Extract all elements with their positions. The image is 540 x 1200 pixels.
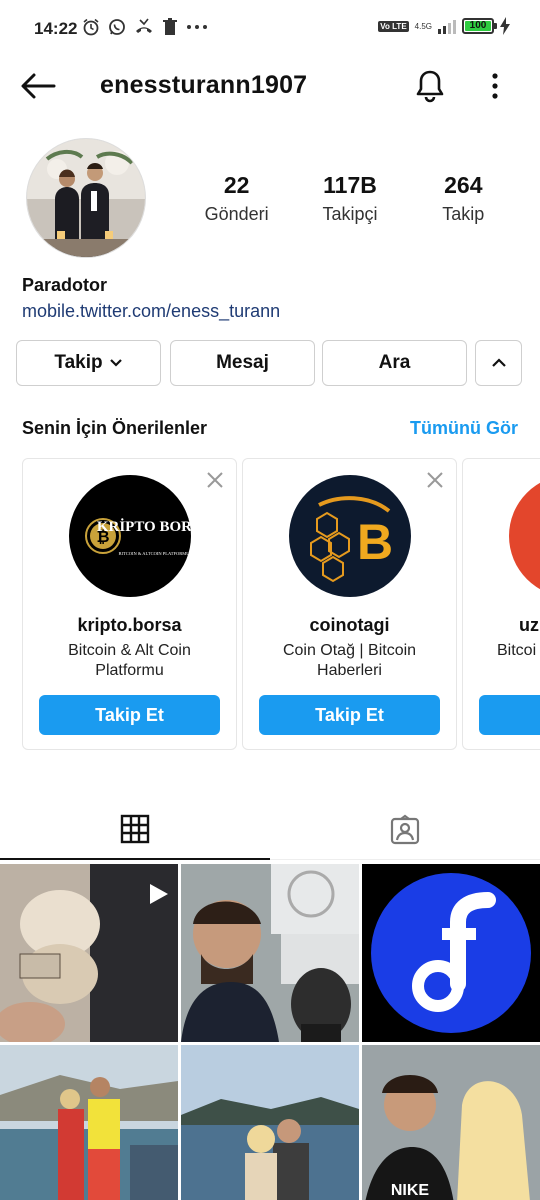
post-thumbnail[interactable] bbox=[181, 864, 359, 1042]
suggestions-carousel[interactable]: ₿ KRİPTO BORSA BITCOIN & ALTCOIN PLATFOR… bbox=[22, 458, 540, 750]
post-thumbnail[interactable] bbox=[362, 864, 540, 1042]
suggestion-avatar: B bbox=[289, 475, 411, 597]
close-icon[interactable] bbox=[204, 469, 226, 491]
suggestion-name[interactable]: kripto.borsa bbox=[23, 615, 236, 636]
stat-following-label: Takip bbox=[442, 204, 485, 224]
tagged-person-icon bbox=[390, 814, 420, 844]
more-vert-icon[interactable] bbox=[482, 70, 508, 102]
see-all-link[interactable]: Tümünü Gör bbox=[410, 418, 518, 439]
signal-icon bbox=[438, 18, 456, 34]
following-label: Takip bbox=[54, 352, 103, 373]
stat-posts-label: Gönderi bbox=[204, 204, 269, 224]
post-thumbnail[interactable] bbox=[0, 1045, 178, 1200]
following-button[interactable]: Takip bbox=[16, 340, 161, 386]
suggestions-header: Senin İçin Önerilenler Tümünü Gör bbox=[22, 418, 520, 442]
logo-subtext: BITCOIN & ALTCOIN PLATFORMU bbox=[119, 551, 191, 556]
post-thumbnail[interactable] bbox=[0, 864, 178, 1042]
suggestion-card[interactable]: uz Bitcoi bbox=[462, 458, 540, 750]
suggestions-title: Senin İçin Önerilenler bbox=[22, 418, 208, 438]
stat-following-value: 264 bbox=[444, 172, 483, 198]
status-icons bbox=[82, 18, 208, 36]
grid-icon bbox=[120, 814, 150, 844]
arrow-left-icon[interactable] bbox=[18, 70, 58, 102]
suggestion-desc: Bitcoi bbox=[497, 642, 537, 659]
charging-icon bbox=[500, 17, 510, 35]
message-button[interactable]: Mesaj bbox=[170, 340, 315, 386]
call-button[interactable]: Ara bbox=[322, 340, 467, 386]
battery-level: 100 bbox=[465, 21, 491, 31]
suggestion-name[interactable]: uz bbox=[519, 615, 540, 636]
missed-call-icon bbox=[136, 18, 152, 33]
suggestion-card[interactable]: ₿ KRİPTO BORSA BITCOIN & ALTCOIN PLATFOR… bbox=[22, 458, 237, 750]
post-thumbnail[interactable]: NIKE bbox=[362, 1045, 540, 1200]
stat-followers[interactable]: 117B Takipçi bbox=[295, 170, 405, 228]
message-label: Mesaj bbox=[216, 352, 269, 373]
bell-icon[interactable] bbox=[412, 68, 448, 104]
posts-grid: NIKE bbox=[0, 864, 540, 1200]
status-right: Vo LTE 4.5G 100 bbox=[378, 17, 510, 35]
stat-posts[interactable]: 22 Gönderi bbox=[182, 170, 292, 228]
suggestion-name[interactable]: coinotagi bbox=[243, 615, 456, 636]
follow-button[interactable]: Takip Et bbox=[259, 695, 440, 735]
avatar[interactable] bbox=[26, 138, 146, 258]
alarm-icon bbox=[83, 18, 99, 36]
suggestion-card[interactable]: B coinotagi Coin Otağ | Bitcoin Haberler… bbox=[242, 458, 457, 750]
bio-link[interactable]: mobile.twitter.com/eness_turann bbox=[22, 301, 280, 322]
suggestion-avatar bbox=[509, 475, 540, 597]
action-buttons: Takip Mesaj Ara bbox=[16, 340, 524, 388]
more-dots-icon bbox=[187, 25, 207, 29]
status-bar: 14:22 Vo LTE 4.5G 100 bbox=[0, 0, 540, 60]
stat-following[interactable]: 264 Takip bbox=[408, 170, 518, 228]
username: enessturann1907 bbox=[100, 71, 308, 99]
tab-posts-grid[interactable] bbox=[0, 800, 270, 860]
whatsapp-icon bbox=[109, 19, 125, 35]
svg-text:NIKE: NIKE bbox=[391, 1182, 430, 1199]
close-icon[interactable] bbox=[424, 469, 446, 491]
profile-tabs bbox=[0, 800, 540, 862]
suggestion-desc: Coin Otağ | Bitcoin Haberleri bbox=[282, 642, 417, 679]
svg-text:B: B bbox=[357, 514, 393, 570]
collapse-suggestions-button[interactable] bbox=[475, 340, 522, 386]
follow-button[interactable] bbox=[479, 695, 540, 735]
stat-followers-value: 117B bbox=[323, 172, 377, 198]
logo-text: KRİPTO BORSA bbox=[97, 518, 191, 535]
display-name: Paradotor bbox=[22, 275, 108, 295]
network-type: 4.5G bbox=[414, 21, 432, 31]
volte-badge: Vo LTE bbox=[378, 20, 409, 32]
profile-header: enessturann1907 bbox=[0, 60, 540, 112]
profile-stats: 22 Gönderi 117B Takipçi 264 Takip bbox=[180, 170, 520, 228]
stat-followers-label: Takipçi bbox=[322, 204, 378, 224]
suggestion-desc: Bitcoin & Alt Coin Platformu bbox=[68, 642, 191, 679]
chevron-up-icon bbox=[491, 358, 506, 367]
status-time: 14:22 bbox=[34, 19, 78, 38]
post-thumbnail[interactable] bbox=[181, 1045, 359, 1200]
battery-icon: 100 bbox=[462, 18, 497, 34]
stat-posts-value: 22 bbox=[223, 172, 250, 198]
suggestion-avatar: ₿ KRİPTO BORSA BITCOIN & ALTCOIN PLATFOR… bbox=[69, 475, 191, 597]
follow-button[interactable]: Takip Et bbox=[39, 695, 220, 735]
tab-tagged[interactable] bbox=[270, 800, 540, 860]
trash-icon bbox=[163, 18, 177, 35]
call-label: Ara bbox=[378, 352, 411, 373]
chevron-down-icon bbox=[109, 359, 122, 367]
